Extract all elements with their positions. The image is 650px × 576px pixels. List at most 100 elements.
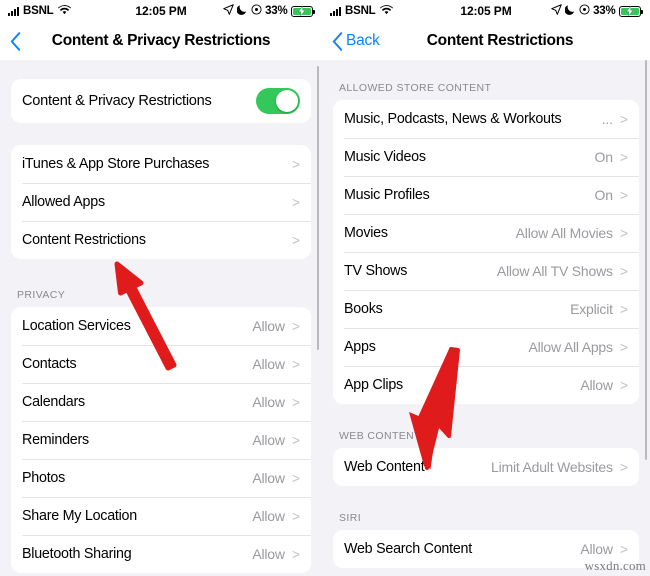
back-button-right[interactable]: Back	[332, 31, 380, 51]
nav-bar-right: Back Content Restrictions	[322, 22, 650, 60]
row-app-clips[interactable]: App Clips Allow >	[333, 366, 639, 404]
chevron-right-icon: >	[619, 187, 628, 203]
chevron-left-icon	[10, 31, 21, 51]
row-music-profiles[interactable]: Music Profiles On >	[333, 176, 639, 214]
row-value: Allow All Movies	[515, 225, 613, 241]
scrollbar-left[interactable]	[316, 66, 319, 350]
row-reminders[interactable]: Reminders Allow >	[11, 421, 311, 459]
row-label: Content & Privacy Restrictions	[22, 93, 212, 109]
row-content-restrictions[interactable]: Content Restrictions >	[11, 221, 311, 259]
settings-list-right[interactable]: ALLOWED STORE CONTENT Music, Podcasts, N…	[322, 60, 650, 576]
chevron-right-icon: >	[619, 149, 628, 165]
page-title-left: Content & Privacy Restrictions	[51, 32, 271, 49]
row-label: Contacts	[22, 356, 77, 372]
left-phone-screen: BSNL 12:05 PM 33% Content & Privacy Rest…	[0, 0, 322, 576]
row-movies[interactable]: Movies Allow All Movies >	[333, 214, 639, 252]
row-tv-shows[interactable]: TV Shows Allow All TV Shows >	[333, 252, 639, 290]
web-content-group: Web Content Limit Adult Websites >	[333, 448, 639, 486]
privacy-group: Location Services Allow > Contacts Allow…	[11, 307, 311, 573]
back-button-left[interactable]	[10, 31, 24, 51]
battery-charging-icon	[291, 5, 315, 17]
toggle-knob	[276, 90, 298, 112]
section-header-privacy: PRIVACY	[17, 289, 66, 301]
chevron-right-icon: >	[291, 470, 300, 486]
row-value: Allow	[580, 377, 613, 393]
status-bar-left: BSNL 12:05 PM 33%	[0, 0, 322, 22]
location-arrow-icon	[550, 4, 562, 18]
status-bar-right-group: 33%	[222, 4, 315, 18]
nav-bar-left: Content & Privacy Restrictions	[0, 22, 322, 60]
chevron-right-icon: >	[619, 339, 628, 355]
row-location-services[interactable]: Location Services Allow >	[11, 307, 311, 345]
row-content-privacy-restrictions[interactable]: Content & Privacy Restrictions	[11, 79, 311, 123]
section-header-allowed-store-content: ALLOWED STORE CONTENT	[339, 82, 492, 94]
focus-icon	[579, 4, 590, 18]
row-web-content[interactable]: Web Content Limit Adult Websites >	[333, 448, 639, 486]
row-value: Allow	[252, 470, 285, 486]
row-label: Bluetooth Sharing	[22, 546, 132, 562]
chevron-right-icon: >	[619, 541, 628, 557]
chevron-right-icon: >	[291, 508, 300, 524]
settings-list-left[interactable]: Content & Privacy Restrictions iTunes & …	[0, 60, 322, 576]
restrictions-group: iTunes & App Store Purchases > Allowed A…	[11, 145, 311, 259]
row-music-videos[interactable]: Music Videos On >	[333, 138, 639, 176]
row-label: Content Restrictions	[22, 232, 146, 248]
row-value: Allow All TV Shows	[496, 263, 613, 279]
row-value: ...	[601, 111, 613, 127]
chevron-right-icon: >	[291, 394, 300, 410]
row-books[interactable]: Books Explicit >	[333, 290, 639, 328]
row-value: Allow	[252, 432, 285, 448]
content-privacy-restrictions-toggle[interactable]	[256, 88, 300, 114]
row-label: Photos	[22, 470, 66, 486]
allowed-store-content-group: Music, Podcasts, News & Workouts ... > M…	[333, 100, 639, 404]
row-music-podcasts-news-workouts[interactable]: Music, Podcasts, News & Workouts ... >	[333, 100, 639, 138]
row-value: On	[594, 149, 613, 165]
row-photos[interactable]: Photos Allow >	[11, 459, 311, 497]
status-bar-right: BSNL 12:05 PM 33%	[322, 0, 650, 22]
row-value: Allow	[252, 508, 285, 524]
chevron-right-icon: >	[291, 546, 300, 562]
row-value: Allow	[252, 394, 285, 410]
row-label: Books	[344, 301, 383, 317]
focus-icon	[251, 4, 262, 18]
row-itunes-app-store-purchases[interactable]: iTunes & App Store Purchases >	[11, 145, 311, 183]
row-share-my-location[interactable]: Share My Location Allow >	[11, 497, 311, 535]
chevron-right-icon: >	[619, 301, 628, 317]
row-value: Allow	[580, 541, 613, 557]
row-label: Location Services	[22, 318, 131, 334]
chevron-right-icon: >	[291, 432, 300, 448]
row-label: Share My Location	[22, 508, 137, 524]
row-value: Explicit	[570, 301, 613, 317]
row-label: Reminders	[22, 432, 89, 448]
row-bluetooth-sharing[interactable]: Bluetooth Sharing Allow >	[11, 535, 311, 573]
battery-percent-label: 33%	[593, 5, 616, 17]
row-label: Web Content	[344, 459, 425, 475]
battery-charging-icon	[619, 5, 643, 17]
row-label: Allowed Apps	[22, 194, 105, 210]
back-button-label-right: Back	[346, 32, 380, 49]
row-label: Music Videos	[344, 149, 426, 165]
row-allowed-apps[interactable]: Allowed Apps >	[11, 183, 311, 221]
row-calendars[interactable]: Calendars Allow >	[11, 383, 311, 421]
row-contacts[interactable]: Contacts Allow >	[11, 345, 311, 383]
section-header-siri: SIRI	[339, 512, 362, 524]
chevron-right-icon: >	[291, 194, 300, 210]
row-value: Allow All Apps	[528, 339, 613, 355]
row-label: Music Profiles	[344, 187, 430, 203]
chevron-left-icon	[332, 31, 343, 51]
chevron-right-icon: >	[291, 318, 300, 334]
section-header-web-content: WEB CONTENT	[339, 430, 421, 442]
chevron-right-icon: >	[291, 156, 300, 172]
chevron-right-icon: >	[619, 263, 628, 279]
moon-icon	[236, 4, 247, 18]
battery-percent-label: 33%	[265, 5, 288, 17]
row-apps[interactable]: Apps Allow All Apps >	[333, 328, 639, 366]
row-label: Movies	[344, 225, 388, 241]
chevron-right-icon: >	[619, 459, 628, 475]
row-label: iTunes & App Store Purchases	[22, 156, 210, 172]
location-arrow-icon	[222, 4, 234, 18]
dual-screenshot-container: BSNL 12:05 PM 33% Content & Privacy Rest…	[0, 0, 650, 576]
row-value: Allow	[252, 356, 285, 372]
chevron-right-icon: >	[619, 377, 628, 393]
scrollbar-right[interactable]	[644, 60, 647, 460]
